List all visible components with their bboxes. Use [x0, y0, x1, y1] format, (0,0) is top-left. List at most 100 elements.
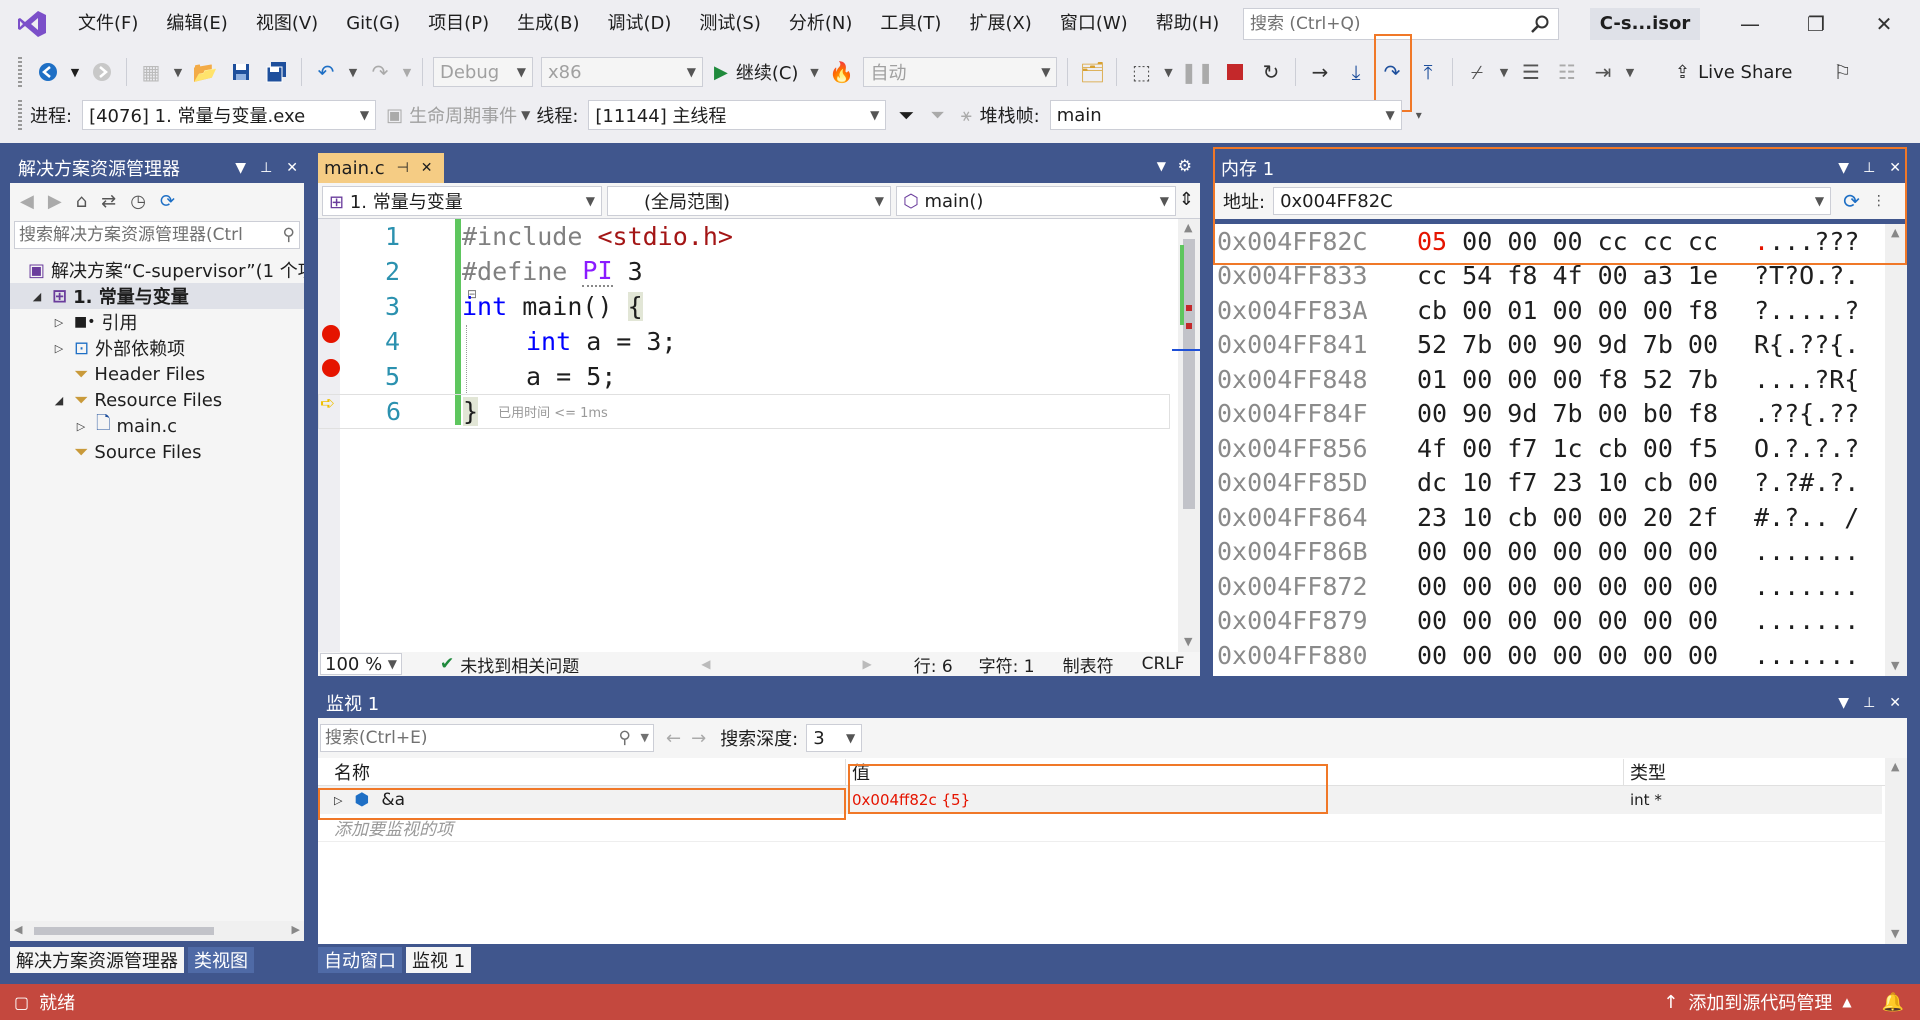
split-editor-icon[interactable]: ⇕: [1179, 189, 1194, 210]
tree-item-solution[interactable]: ▣ 解决方案“C-supervisor”(1 个项: [10, 257, 304, 283]
tree-item-resource-files[interactable]: ◢ ⏷ Resource Files: [10, 387, 304, 413]
diagnostic-icon[interactable]: ⬚: [1126, 55, 1156, 89]
chevron-up-icon[interactable]: ▲: [1842, 995, 1851, 1009]
watch-search-input[interactable]: 搜索(Ctrl+E) ⚲ ▼: [320, 724, 654, 752]
memory-row[interactable]: 0x004FF872 00 00 00 00 00 00 00.......: [1213, 569, 1907, 604]
tabs-status[interactable]: 制表符: [1063, 652, 1114, 677]
nav-forward-icon[interactable]: [87, 55, 117, 89]
flag-threads-icon[interactable]: ⚹: [961, 105, 972, 126]
collapsed-arrow-icon[interactable]: ▷: [72, 420, 90, 433]
menu-help[interactable]: 帮助(H): [1142, 0, 1234, 48]
auto-select[interactable]: 自动 ▼: [863, 57, 1058, 87]
memory-grid[interactable]: 0x004FF82C 05 00 00 00 cc cc cc....??? 0x0…: [1213, 224, 1907, 676]
switch-views-icon[interactable]: ⇄: [101, 191, 116, 212]
pause-icon[interactable]: ❚❚: [1180, 55, 1214, 89]
stop-icon[interactable]: [1220, 55, 1250, 89]
memory-bytes[interactable]: cc 54 f8 4f 00 a3 1e: [1405, 261, 1740, 290]
new-project-icon[interactable]: ▦: [136, 55, 166, 89]
column-header-type[interactable]: 类型: [1624, 759, 1666, 785]
memory-bytes[interactable]: 4f 00 f7 1c cb 00 f5: [1405, 434, 1740, 463]
collapsed-arrow-icon[interactable]: ▷: [50, 316, 68, 329]
redo-icon[interactable]: ↷: [365, 55, 395, 89]
nav-back-icon[interactable]: [33, 55, 63, 89]
line-number-status[interactable]: 行: 6: [914, 652, 953, 677]
breakpoints-icon[interactable]: ⌿: [1462, 55, 1492, 89]
memory-row[interactable]: 0x004FF83A cb 00 01 00 00 00 f8?.....?: [1213, 293, 1907, 328]
memory-bytes[interactable]: dc 10 f7 23 10 cb 00: [1405, 468, 1740, 497]
issues-status[interactable]: 未找到相关问题: [460, 652, 579, 677]
tab-autos[interactable]: 自动窗口: [318, 947, 402, 973]
menu-debug[interactable]: 调试(D): [594, 0, 686, 48]
tree-item-project[interactable]: ◢ ⊞ 1. 常量与变量: [10, 283, 304, 309]
horizontal-scrollbar[interactable]: ◀ ▶: [10, 921, 304, 941]
chevron-down-icon[interactable]: ▼: [641, 725, 649, 751]
memory-bytes[interactable]: 00 00 00 00 00 00 00: [1405, 537, 1740, 566]
memory-row[interactable]: 0x004FF856 4f 00 f7 1c cb 00 f5 O.?.?.?: [1213, 431, 1907, 466]
tab-main-c[interactable]: main.c ⊣ ✕: [318, 153, 444, 183]
lifecycle-dropdown-icon[interactable]: ▼: [521, 108, 530, 122]
memory-bytes[interactable]: 00 00 00 00 00 00 00: [1405, 641, 1740, 670]
expanded-arrow-icon[interactable]: ◢: [28, 290, 46, 303]
tab-list-dropdown-icon[interactable]: ▼: [1157, 159, 1166, 173]
notifications-icon[interactable]: 🔔: [1882, 992, 1904, 1013]
menu-edit[interactable]: 编辑(E): [152, 0, 241, 48]
memory-bytes[interactable]: 01 00 00 00 f8 52 7b: [1405, 365, 1740, 394]
vertical-scrollbar[interactable]: ▲ ▼: [1885, 224, 1907, 676]
save-all-icon[interactable]: [262, 55, 292, 89]
scroll-right-icon[interactable]: ▶: [862, 657, 871, 671]
breakpoints-dropdown-icon[interactable]: ▼: [1498, 55, 1510, 89]
menu-view[interactable]: 视图(V): [242, 0, 332, 48]
hot-reload-icon[interactable]: 🔥: [826, 55, 856, 89]
step-into-icon[interactable]: ⤓: [1341, 55, 1371, 89]
minimize-icon[interactable]: —: [1720, 0, 1780, 48]
feedback-icon[interactable]: ⚐: [1828, 55, 1858, 89]
function-nav-select[interactable]: ⬡ main() ▼: [896, 186, 1176, 216]
sync-icon[interactable]: ⟳: [160, 191, 175, 212]
memory-bytes[interactable]: 23 10 cb 00 00 20 2f: [1405, 503, 1740, 532]
panel-menu-icon[interactable]: ▼: [1838, 695, 1849, 711]
memory-row[interactable]: 0x004FF85D dc 10 f7 23 10 cb 00 ?.?#.?.: [1213, 466, 1907, 501]
platform-select[interactable]: x86 ▼: [541, 57, 703, 87]
tab-watch-1[interactable]: 监视 1: [406, 947, 472, 973]
memory-row[interactable]: 0x004FF879 00 00 00 00 00 00 00.......: [1213, 604, 1907, 639]
tree-item-external-deps[interactable]: ▷ ⊡ 外部依赖项: [10, 335, 304, 361]
pin-icon[interactable]: ⊥: [260, 160, 272, 176]
menu-window[interactable]: 窗口(W): [1046, 0, 1142, 48]
memory-bytes[interactable]: cb 00 01 00 00 00 f8: [1405, 296, 1740, 325]
indent-icon[interactable]: ⇥: [1588, 55, 1618, 89]
configuration-select[interactable]: Debug ▼: [433, 57, 533, 87]
toolbar-overflow-icon[interactable]: ▾: [1416, 108, 1422, 122]
toolbar-overflow-icon[interactable]: ▼: [1624, 55, 1636, 89]
menu-test[interactable]: 测试(S): [685, 0, 774, 48]
menu-file[interactable]: 文件(F): [64, 0, 152, 48]
uncomment-icon[interactable]: ☷: [1552, 55, 1582, 89]
lifecycle-icon[interactable]: ▣: [386, 105, 403, 126]
column-header-name[interactable]: 名称: [318, 758, 846, 785]
menu-tools[interactable]: 工具(T): [866, 0, 955, 48]
eol-status[interactable]: CRLF: [1142, 654, 1185, 674]
code-editor[interactable]: ➪ ⊟ 1 #include <stdio.h> 2 #define PI 3 3i…: [318, 219, 1200, 652]
comment-icon[interactable]: ☰: [1516, 55, 1546, 89]
stack-frame-select[interactable]: main ▼: [1049, 100, 1402, 130]
menu-git[interactable]: Git(G): [332, 0, 414, 48]
close-tab-icon[interactable]: ✕: [421, 160, 433, 176]
collapsed-arrow-icon[interactable]: ▷: [50, 342, 68, 355]
search-next-icon[interactable]: →: [691, 728, 706, 749]
search-previous-icon[interactable]: ←: [666, 728, 681, 749]
memory-bytes[interactable]: 00 00 00 00 00 00 00: [1405, 606, 1740, 635]
memory-bytes[interactable]: 00 00 00 00 00 00 00: [1405, 572, 1740, 601]
close-icon[interactable]: ✕: [286, 160, 298, 176]
tree-item-references[interactable]: ▷ ■• 引用: [10, 309, 304, 335]
memory-row[interactable]: 0x004FF86B 00 00 00 00 00 00 00.......: [1213, 535, 1907, 570]
memory-bytes[interactable]: 52 7b 00 90 9d 7b 00: [1405, 330, 1740, 359]
toolbar-grip[interactable]: [18, 100, 22, 130]
menu-extensions[interactable]: 扩展(X): [955, 0, 1045, 48]
new-dropdown-icon[interactable]: ▼: [172, 55, 184, 89]
tab-solution-explorer[interactable]: 解决方案资源管理器: [10, 947, 184, 973]
live-share-button[interactable]: ⇪ Live Share: [1675, 55, 1793, 89]
scroll-left-icon[interactable]: ◀: [701, 657, 710, 671]
pin-icon[interactable]: ⊥: [1863, 695, 1875, 711]
scrollbar-thumb[interactable]: [34, 927, 214, 935]
nav-back-dropdown-icon[interactable]: ▼: [69, 55, 81, 89]
restart-icon[interactable]: ↻: [1256, 55, 1286, 89]
